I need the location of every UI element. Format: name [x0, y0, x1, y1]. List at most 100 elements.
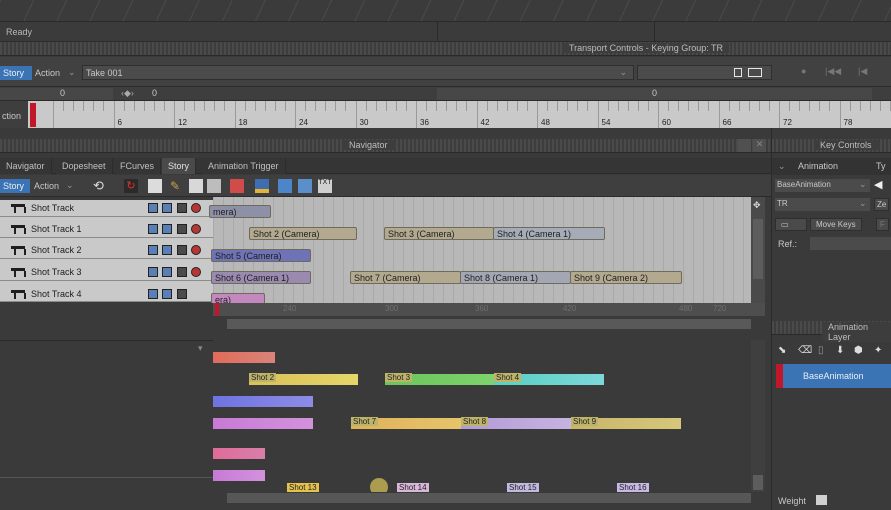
- insert-track-icon[interactable]: [189, 179, 203, 193]
- shot-bar[interactable]: [213, 470, 265, 481]
- shot-bar[interactable]: Shot 15: [507, 483, 543, 492]
- shot-bar[interactable]: Shot 9: [571, 417, 681, 429]
- take-select[interactable]: Take 001 ⌄: [82, 65, 634, 80]
- frame-cursor[interactable]: [215, 303, 219, 316]
- prev-key-arrow-icon[interactable]: ◀: [874, 178, 882, 191]
- track-row[interactable]: Shot Track 4: [0, 286, 213, 302]
- horizontal-scrollbar[interactable]: [213, 317, 765, 331]
- clip[interactable]: Shot 9 (Camera 2): [570, 271, 682, 284]
- offset-control[interactable]: ‹◆› 0: [118, 88, 157, 100]
- time-display[interactable]: [637, 65, 772, 80]
- refresh-icon[interactable]: ↻: [124, 179, 138, 193]
- lock-icon[interactable]: [177, 267, 187, 277]
- lock-icon[interactable]: [177, 203, 187, 213]
- weight-field[interactable]: [816, 495, 827, 505]
- record-track-icon[interactable]: [191, 203, 201, 213]
- shot-bar[interactable]: Shot 14: [397, 483, 433, 492]
- layer-row-base[interactable]: BaseAnimation: [776, 364, 891, 388]
- video-icon[interactable]: [298, 179, 312, 193]
- track-row[interactable]: Shot Track 2: [0, 242, 213, 259]
- layer-options-icon[interactable]: ✦: [874, 345, 882, 356]
- loop-icon[interactable]: ⟲: [93, 178, 104, 194]
- merge-layer-icon[interactable]: ⬢: [854, 345, 863, 356]
- track-up-icon[interactable]: [207, 179, 221, 193]
- tab-animation-trigger[interactable]: Animation Trigger: [202, 158, 286, 174]
- action-mode-dropdown[interactable]: Action: [34, 181, 59, 191]
- clip[interactable]: Shot 7 (Camera): [350, 271, 461, 284]
- shot-vertical-scrollbar[interactable]: [751, 340, 765, 492]
- delete-track-icon[interactable]: [230, 179, 244, 193]
- filter-button[interactable]: F: [876, 218, 889, 231]
- lock-icon[interactable]: [177, 224, 187, 234]
- render-icon[interactable]: [278, 179, 292, 193]
- solo-icon[interactable]: [162, 224, 172, 234]
- shot-bar[interactable]: [213, 418, 313, 429]
- solo-icon[interactable]: [162, 245, 172, 255]
- scroll-thumb[interactable]: [227, 493, 751, 503]
- tab-story[interactable]: Story: [162, 158, 197, 174]
- time-cursor[interactable]: [30, 103, 36, 127]
- maximize-icon[interactable]: [738, 139, 751, 152]
- lock-icon[interactable]: [177, 245, 187, 255]
- solo-icon[interactable]: [162, 289, 172, 299]
- add-layer-icon[interactable]: ⬊: [778, 345, 786, 356]
- record-track-icon[interactable]: [191, 224, 201, 234]
- scroll-thumb[interactable]: [227, 319, 751, 329]
- shot-bar[interactable]: [213, 448, 265, 459]
- shot-bar[interactable]: [213, 396, 313, 407]
- start-field[interactable]: 0: [0, 88, 113, 100]
- record-track-icon[interactable]: [191, 267, 201, 277]
- shot-bar[interactable]: Shot 7: [351, 417, 461, 429]
- shot-bar[interactable]: Shot 13: [287, 483, 323, 492]
- zero-button[interactable]: Ze: [874, 198, 890, 211]
- solo-icon[interactable]: [162, 267, 172, 277]
- pencil-icon[interactable]: ✎: [170, 179, 184, 193]
- record-track-icon[interactable]: [191, 245, 201, 255]
- lock-icon[interactable]: [177, 289, 187, 299]
- move-down-icon[interactable]: ⬇: [836, 345, 844, 356]
- tab-fcurves[interactable]: FCurves: [114, 158, 162, 174]
- text-icon[interactable]: TXT: [318, 179, 332, 193]
- mute-icon[interactable]: [148, 267, 158, 277]
- go-start-icon[interactable]: |◀◀: [825, 66, 841, 77]
- key-mode-icon[interactable]: ▭: [775, 218, 807, 231]
- shot-bar[interactable]: [213, 352, 275, 363]
- chevron-down-icon[interactable]: ▾: [198, 343, 203, 354]
- story-clip-area[interactable]: mera) Shot 2 (Camera) Shot 3 (Camera) Sh…: [209, 197, 751, 306]
- shot-bar[interactable]: Shot 3: [385, 373, 494, 385]
- story-mode-button[interactable]: Story: [0, 179, 30, 193]
- frame-ruler[interactable]: 240 300 360 420 480 720: [213, 303, 765, 316]
- tab-dopesheet[interactable]: Dopesheet: [56, 158, 113, 174]
- delete-layer-icon[interactable]: ⌫: [798, 345, 812, 356]
- timeline-ruler[interactable]: 6 12 18 24 30 36 42 48 54 60 66 72 78: [28, 101, 891, 128]
- scroll-thumb[interactable]: [753, 219, 763, 279]
- solo-icon[interactable]: [162, 203, 172, 213]
- shot-bar[interactable]: Shot 8: [461, 417, 571, 429]
- duplicate-layer-icon[interactable]: ▯: [818, 345, 824, 356]
- scroll-thumb[interactable]: [753, 475, 763, 490]
- tab-animation[interactable]: Animation: [798, 161, 838, 171]
- shot-horizontal-scrollbar[interactable]: [213, 492, 765, 504]
- shot-bar[interactable]: Shot 2: [249, 373, 358, 385]
- clip[interactable]: Shot 6 (Camera 1): [211, 271, 311, 284]
- clip[interactable]: Shot 3 (Camera): [384, 227, 494, 240]
- record-icon[interactable]: ●: [801, 66, 806, 76]
- close-icon[interactable]: ✕: [753, 139, 766, 152]
- mute-icon[interactable]: [148, 224, 158, 234]
- shot-bar[interactable]: Shot 16: [617, 483, 653, 492]
- prev-key-icon[interactable]: |◀: [858, 66, 867, 77]
- razor-icon[interactable]: [148, 179, 162, 193]
- tab-navigator[interactable]: Navigator: [0, 158, 52, 174]
- clip[interactable]: Shot 5 (Camera): [211, 249, 311, 262]
- camera-switcher-icon[interactable]: [255, 179, 269, 193]
- track-row[interactable]: Shot Track 3: [0, 264, 213, 281]
- story-button[interactable]: Story: [0, 66, 32, 80]
- keying-group-select[interactable]: TR ⌄: [775, 198, 870, 211]
- track-vertical-scrollbar[interactable]: ✥: [751, 197, 765, 303]
- clip[interactable]: Shot 8 (Camera 1): [460, 271, 571, 284]
- clip[interactable]: mera): [209, 205, 271, 218]
- clip[interactable]: Shot 2 (Camera): [249, 227, 357, 240]
- tab-type[interactable]: Ty: [876, 161, 886, 171]
- mute-icon[interactable]: [148, 245, 158, 255]
- animation-layer-select[interactable]: BaseAnimation ⌄: [775, 179, 870, 192]
